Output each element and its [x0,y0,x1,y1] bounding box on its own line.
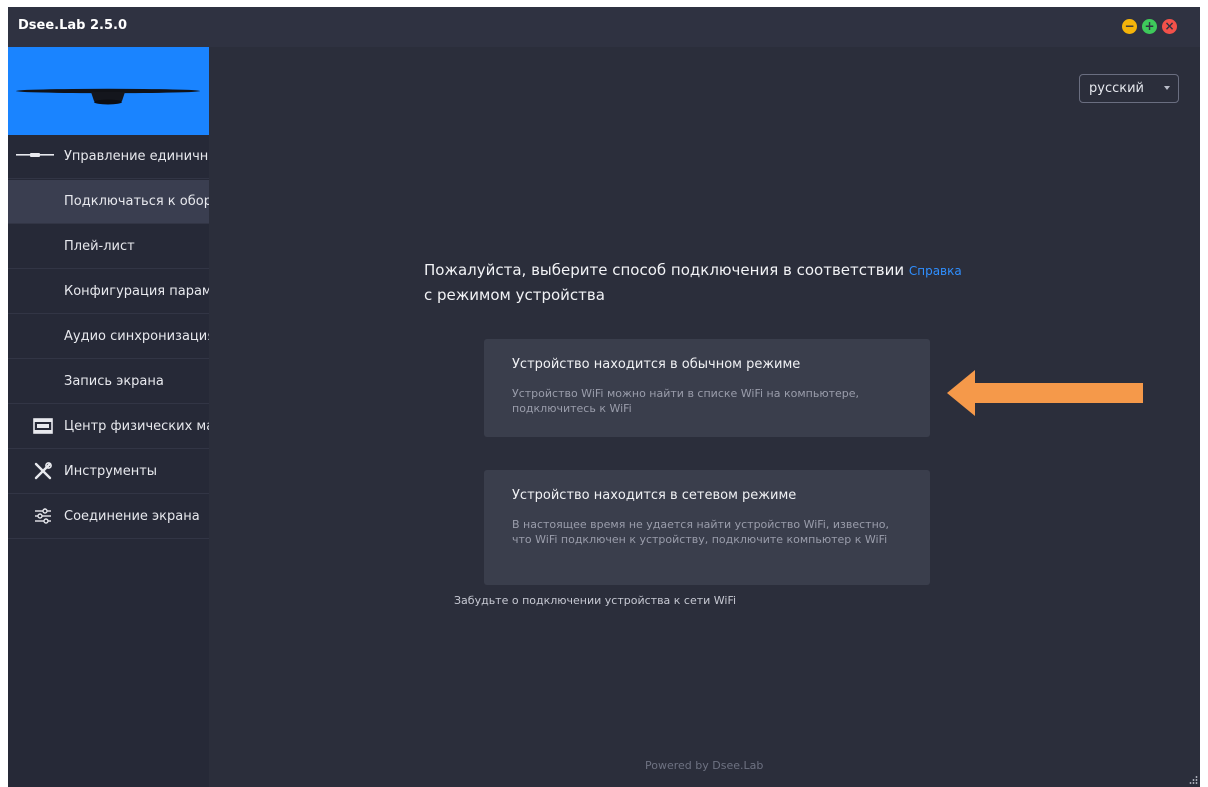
sidebar: Управление единичной Подключаться к обор… [8,47,209,787]
help-link[interactable]: Справка [909,264,962,278]
single-device-icon [16,153,54,157]
sidebar-item-label: Инструменты [64,464,158,479]
sidebar-item-label: Управление единичной [64,149,209,164]
normal-mode-card[interactable]: Устройство находится в обычном режиме Ус… [484,339,930,437]
title-bar[interactable]: Dsee.Lab 2.5.0 − + × [8,7,1200,47]
arrow-left-icon [947,370,1143,416]
prompt-text: Пожалуйста, выберите способ подключения … [424,261,905,279]
device-image-icon [16,88,200,105]
sidebar-item-screen-record[interactable]: Запись экрана [8,360,209,404]
language-select[interactable]: русский [1079,74,1179,103]
sidebar-item-label: Запись экрана [64,374,164,389]
card-description: В настоящее время не удается найти устро… [512,518,889,546]
sidebar-item-connect[interactable]: Подключаться к обор [8,180,209,224]
sidebar-item-label: Конфигурация параме [64,284,209,299]
sidebar-item-material-center[interactable]: Центр физических ма [8,405,209,449]
connection-prompt: Пожалуйста, выберите способ подключения … [424,258,1024,307]
minimize-button[interactable]: − [1122,19,1137,34]
sidebar-item-label: Аудио синхронизация [64,329,209,344]
card-description: Устройство WiFi можно найти в списке WiF… [512,387,859,415]
sidebar-item-config[interactable]: Конфигурация параме [8,270,209,314]
maximize-button[interactable]: + [1142,19,1157,34]
app-title: Dsee.Lab 2.5.0 [18,18,128,33]
sidebar-item-playlist[interactable]: Плей-лист [8,225,209,269]
card-title: Устройство находится в сетевом режиме [512,488,797,503]
sidebar-item-tools[interactable]: Инструменты [8,450,209,494]
language-value: русский [1089,81,1144,96]
sidebar-item-screen-connect[interactable]: Соединение экрана [8,495,209,539]
sidebar-item-label: Плей-лист [64,239,135,254]
sidebar-item-single-control[interactable]: Управление единичной [8,135,209,179]
sidebar-item-label: Подключаться к обор [64,194,209,209]
app-window: Dsee.Lab 2.5.0 − + × Управление единично… [8,7,1200,787]
card-title: Устройство находится в обычном режиме [512,357,801,372]
network-mode-card[interactable]: Устройство находится в сетевом режиме В … [484,470,930,585]
close-button[interactable]: × [1162,19,1177,34]
film-icon [33,418,53,434]
device-banner [8,47,209,135]
sliders-icon [35,508,51,524]
tools-icon [34,462,52,480]
main-panel: русский Пожалуйста, выберите способ подк… [209,47,1200,787]
sidebar-item-audio-sync[interactable]: Аудио синхронизация [8,315,209,359]
forget-wifi-link[interactable]: Забудьте о подключении устройства к сети… [454,594,736,607]
prompt-text-line2: с режимом устройства [424,286,605,304]
chevron-down-icon [1164,86,1170,90]
sidebar-item-label: Центр физических ма [64,419,209,434]
resize-grip-icon[interactable] [1188,775,1198,785]
sidebar-item-label: Соединение экрана [64,509,200,524]
footer-text: Powered by Dsee.Lab [645,759,764,772]
